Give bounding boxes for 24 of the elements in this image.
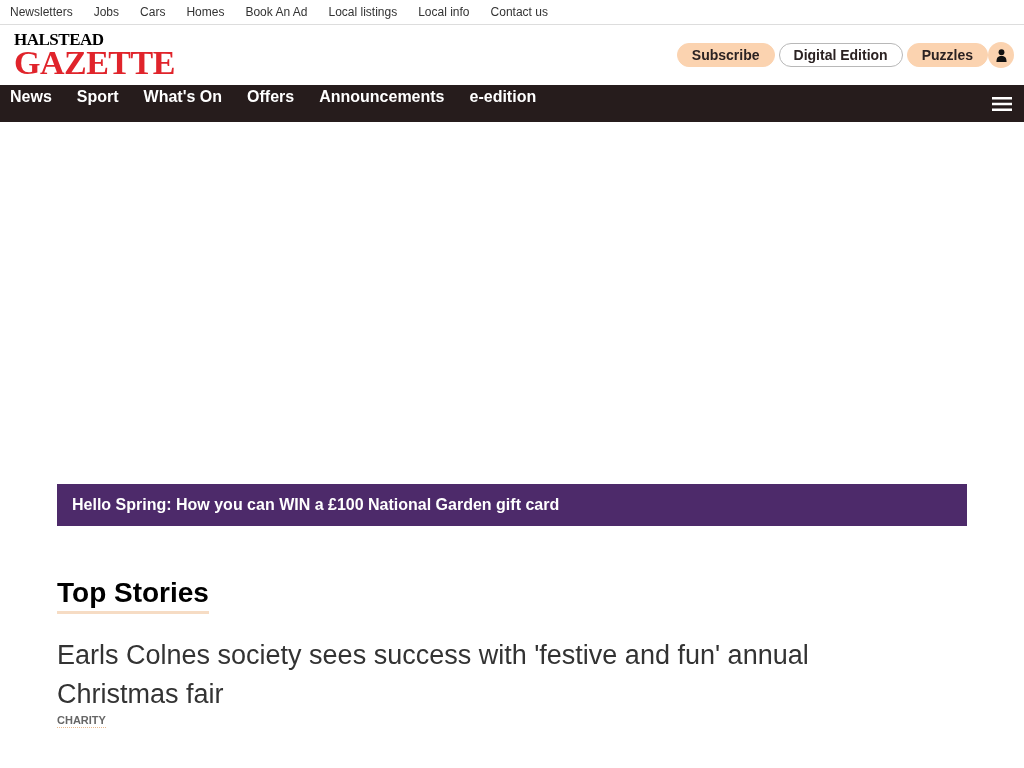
story-headline[interactable]: Earls Colnes society sees success with 'festive and fun' annual Christmas fair	[57, 636, 917, 714]
top-link[interactable]: Local listings	[328, 3, 398, 21]
nav-link[interactable]: Announcements	[319, 84, 445, 109]
top-link[interactable]: Local info	[418, 3, 470, 21]
site-logo[interactable]: HALSTEAD GAZETTE	[14, 32, 175, 78]
nav-link[interactable]: Offers	[247, 84, 295, 109]
category-link[interactable]: CHARITY	[57, 714, 106, 728]
section-title: Top Stories	[57, 576, 209, 614]
nav-link[interactable]: Sport	[76, 84, 119, 109]
header-button[interactable]: Digital Edition	[778, 43, 903, 67]
nav-link[interactable]: e-edition	[469, 84, 537, 109]
top-link[interactable]: Cars	[140, 3, 166, 21]
menu-icon[interactable]	[992, 97, 1012, 111]
header-button[interactable]: Subscribe	[676, 43, 775, 67]
top-link[interactable]: Homes	[186, 3, 225, 21]
promo-banner[interactable]: Hello Spring: How you can WIN a £100 National Garden gift card	[57, 484, 967, 526]
header-button[interactable]: Puzzles	[906, 43, 988, 67]
nav-link[interactable]: News	[10, 84, 52, 109]
top-link[interactable]: Newsletters	[10, 3, 73, 21]
top-link[interactable]: Contact us	[490, 3, 548, 21]
top-link[interactable]: Book An Ad	[245, 3, 308, 21]
top-link[interactable]: Jobs	[93, 3, 120, 21]
nav-link[interactable]: What's On	[143, 84, 223, 109]
user-account-icon[interactable]	[988, 42, 1014, 68]
